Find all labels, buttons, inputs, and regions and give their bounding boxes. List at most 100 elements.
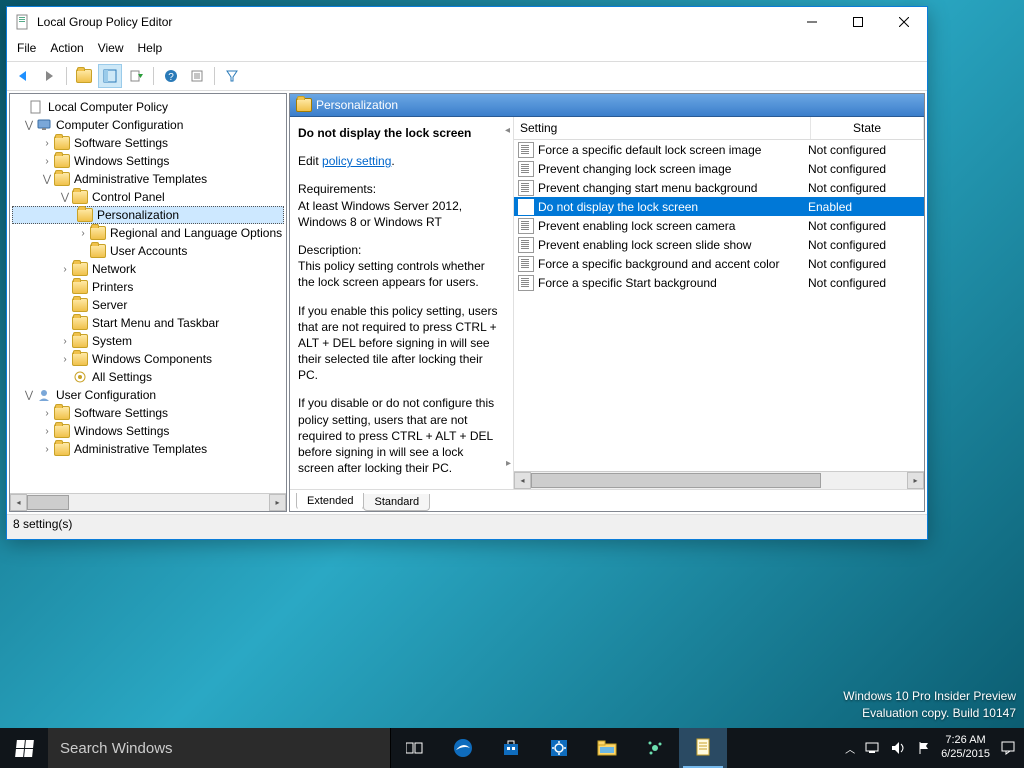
tree-admin-templates[interactable]: ⋁Administrative Templates	[12, 170, 284, 188]
tray-chevron-icon[interactable]: ︿	[845, 741, 855, 756]
tree-user-config[interactable]: ⋁User Configuration	[12, 386, 284, 404]
tree-pane: Local Computer Policy ⋁Computer Configur…	[9, 93, 287, 512]
tree-item[interactable]: ›Windows Settings	[12, 152, 284, 170]
tree-item[interactable]: Start Menu and Taskbar	[12, 314, 284, 332]
scroll-thumb[interactable]	[531, 473, 821, 488]
tray-volume-icon[interactable]	[891, 741, 907, 755]
splitter[interactable]	[508, 117, 513, 489]
close-button[interactable]	[881, 7, 927, 37]
tree-item[interactable]: ›Windows Settings	[12, 422, 284, 440]
folder-icon	[296, 98, 312, 112]
scroll-thumb[interactable]	[27, 495, 69, 510]
setting-row[interactable]: Prevent enabling lock screen slide showN…	[514, 235, 924, 254]
tree-personalization[interactable]: Personalization	[12, 206, 284, 224]
settings-list: Setting State Force a specific default l…	[513, 117, 924, 489]
setting-row[interactable]: Force a specific background and accent c…	[514, 254, 924, 273]
tree-item[interactable]: ›System	[12, 332, 284, 350]
scroll-left-button[interactable]: ◂	[10, 494, 27, 511]
back-button[interactable]	[11, 64, 35, 88]
show-hide-tree-button[interactable]	[98, 64, 122, 88]
svg-text:?: ?	[168, 72, 174, 83]
export-button[interactable]	[124, 64, 148, 88]
tree-item[interactable]: ›Administrative Templates	[12, 440, 284, 458]
tab-standard[interactable]: Standard	[363, 494, 430, 511]
policy-icon	[518, 218, 534, 234]
app-icon	[15, 14, 31, 30]
setting-row[interactable]: Force a specific default lock screen ima…	[514, 140, 924, 159]
detail-header: Personalization	[290, 94, 924, 117]
tree-item[interactable]: All Settings	[12, 368, 284, 386]
policy-icon	[518, 199, 534, 215]
statusbar: 8 setting(s)	[7, 514, 927, 539]
tree-hscroll[interactable]: ◂ ▸	[10, 493, 286, 511]
properties-button[interactable]	[185, 64, 209, 88]
minimize-button[interactable]	[789, 7, 835, 37]
setting-row[interactable]: Prevent enabling lock screen cameraNot c…	[514, 216, 924, 235]
tray-notifications-icon[interactable]	[1000, 740, 1016, 756]
help-button[interactable]: ?	[159, 64, 183, 88]
setting-row[interactable]: Prevent changing start menu backgroundNo…	[514, 178, 924, 197]
header-title: Personalization	[316, 98, 398, 112]
taskbar-gpedit[interactable]	[679, 728, 727, 768]
taskbar-settings[interactable]	[535, 728, 583, 768]
policy-icon	[518, 256, 534, 272]
watermark: Windows 10 Pro Insider Preview Evaluatio…	[843, 688, 1016, 722]
search-box[interactable]: Search Windows	[48, 728, 391, 768]
search-placeholder: Search Windows	[60, 740, 173, 757]
tree-item[interactable]: Server	[12, 296, 284, 314]
menu-view[interactable]: View	[98, 41, 124, 55]
tree-item[interactable]: ›Regional and Language Options	[12, 224, 284, 242]
policy-icon	[518, 237, 534, 253]
policy-tree[interactable]: Local Computer Policy ⋁Computer Configur…	[10, 94, 286, 493]
tree-item[interactable]: ›Software Settings	[12, 404, 284, 422]
menubar: File Action View Help	[7, 37, 927, 61]
start-button[interactable]	[0, 728, 48, 768]
col-state[interactable]: State	[811, 117, 924, 139]
tree-computer-config[interactable]: ⋁Computer Configuration	[12, 116, 284, 134]
setting-row[interactable]: Force a specific Start backgroundNot con…	[514, 273, 924, 292]
selected-policy-name: Do not display the lock screen	[298, 125, 498, 141]
edit-policy-link[interactable]: policy setting	[322, 154, 391, 168]
tree-item[interactable]: ›Software Settings	[12, 134, 284, 152]
taskbar-store[interactable]	[487, 728, 535, 768]
titlebar[interactable]: Local Group Policy Editor	[7, 7, 927, 37]
filter-button[interactable]	[220, 64, 244, 88]
tree-item[interactable]: User Accounts	[12, 242, 284, 260]
tree-item[interactable]: ›Windows Components	[12, 350, 284, 368]
taskbar-app[interactable]	[631, 728, 679, 768]
view-tabs: Extended Standard	[290, 489, 924, 511]
tab-extended[interactable]: Extended	[296, 493, 364, 510]
window-title: Local Group Policy Editor	[37, 15, 789, 29]
scroll-right-button[interactable]: ▸	[269, 494, 286, 511]
taskbar-explorer[interactable]	[583, 728, 631, 768]
tree-item[interactable]: ›Network	[12, 260, 284, 278]
policy-icon	[518, 180, 534, 196]
policy-icon	[518, 275, 534, 291]
tree-item[interactable]: Printers	[12, 278, 284, 296]
menu-file[interactable]: File	[17, 41, 36, 55]
settings-icon	[72, 369, 88, 385]
menu-help[interactable]: Help	[138, 41, 163, 55]
description-pane: Do not display the lock screen Edit poli…	[290, 117, 508, 489]
task-view-button[interactable]	[391, 728, 439, 768]
computer-icon	[36, 117, 52, 133]
forward-button[interactable]	[37, 64, 61, 88]
tree-control-panel[interactable]: ⋁Control Panel	[12, 188, 284, 206]
toolbar: ?	[7, 61, 927, 91]
setting-row[interactable]: Do not display the lock screenEnabled	[514, 197, 924, 216]
setting-row[interactable]: Prevent changing lock screen imageNot co…	[514, 159, 924, 178]
tray-clock[interactable]: 7:26 AM 6/25/2015	[941, 734, 990, 762]
detail-pane: Personalization Do not display the lock …	[289, 93, 925, 512]
menu-action[interactable]: Action	[50, 41, 83, 55]
tree-root[interactable]: Local Computer Policy	[12, 98, 284, 116]
tray-flag-icon[interactable]	[917, 741, 931, 755]
scroll-left-button[interactable]: ◂	[514, 472, 531, 489]
list-hscroll[interactable]: ◂ ▸	[514, 471, 924, 489]
col-setting[interactable]: Setting	[514, 117, 811, 139]
taskbar-edge[interactable]	[439, 728, 487, 768]
scroll-right-button[interactable]: ▸	[907, 472, 924, 489]
taskbar: Search Windows ︿ 7:26 AM 6/25/2015	[0, 728, 1024, 768]
tray-network-icon[interactable]	[865, 741, 881, 755]
up-button[interactable]	[72, 64, 96, 88]
maximize-button[interactable]	[835, 7, 881, 37]
